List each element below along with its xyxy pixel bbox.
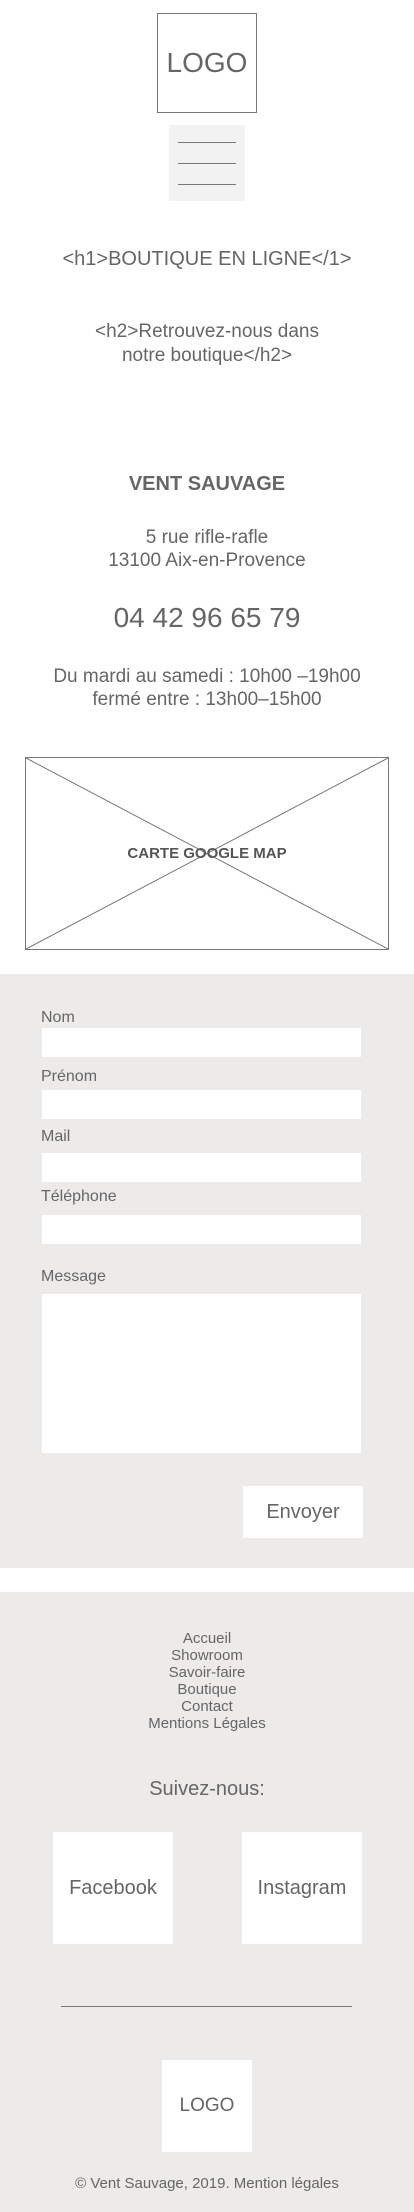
page-subtitle: <h2>Retrouvez-nous dans notre boutique</… xyxy=(0,320,414,368)
footer-link-accueil[interactable]: Accueil xyxy=(0,1630,414,1647)
address-street: 5 rue rifle-rafle xyxy=(145,527,269,548)
footer-link-boutique[interactable]: Boutique xyxy=(0,1681,414,1698)
copyright: © Vent Sauvage, 2019. Mention légales xyxy=(75,2175,339,2192)
opening-hours: Du mardi au samedi : 10h00 –19h00 fermé … xyxy=(0,665,414,711)
mail-input[interactable] xyxy=(42,1153,361,1182)
nom-label: Nom xyxy=(41,1009,75,1026)
address-city: 13100 Aix-en-Provence xyxy=(108,550,306,571)
prenom-input[interactable] xyxy=(42,1090,361,1119)
logo-top[interactable]: LOGO xyxy=(157,13,257,113)
message-label: Message xyxy=(41,1268,106,1285)
telephone-input[interactable] xyxy=(42,1215,361,1244)
footer-nav: Accueil Showroom Savoir-faire Boutique C… xyxy=(0,1630,414,1732)
subtitle-line-2: notre boutique</h2> xyxy=(121,345,293,366)
submit-button[interactable]: Envoyer xyxy=(243,1486,363,1538)
map-label: CARTE GOOGLE MAP xyxy=(127,845,287,862)
footer: Accueil Showroom Savoir-faire Boutique C… xyxy=(0,1592,414,2212)
follow-heading: Suivez-nous: xyxy=(149,1778,265,1800)
footer-link-contact[interactable]: Contact xyxy=(0,1698,414,1715)
map-placeholder[interactable]: CARTE GOOGLE MAP xyxy=(25,757,389,950)
shop-phone[interactable]: 04 42 96 65 79 xyxy=(0,602,414,634)
footer-divider xyxy=(61,2006,352,2007)
hours-line-1: Du mardi au samedi : 10h00 –19h00 xyxy=(53,666,361,687)
telephone-label: Téléphone xyxy=(41,1188,117,1205)
footer-link-savoir-faire[interactable]: Savoir-faire xyxy=(0,1664,414,1681)
shop-address: 5 rue rifle-rafle 13100 Aix-en-Provence xyxy=(0,526,414,572)
footer-link-showroom[interactable]: Showroom xyxy=(0,1647,414,1664)
message-textarea[interactable] xyxy=(42,1294,361,1453)
hours-line-2: fermé entre : 13h00–15h00 xyxy=(92,689,322,710)
hamburger-menu-button[interactable] xyxy=(169,125,245,201)
facebook-button[interactable]: Facebook xyxy=(53,1832,173,1944)
nom-input[interactable] xyxy=(42,1028,361,1057)
subtitle-line-1: <h2>Retrouvez-nous dans xyxy=(95,321,319,342)
prenom-label: Prénom xyxy=(41,1068,98,1085)
logo-footer[interactable]: LOGO xyxy=(162,2060,252,2152)
instagram-button[interactable]: Instagram xyxy=(242,1832,362,1944)
footer-link-mentions[interactable]: Mentions Légales xyxy=(0,1715,414,1732)
page-title: <h1>BOUTIQUE EN LIGNE</1> xyxy=(62,248,352,270)
shop-name: VENT SAUVAGE xyxy=(128,473,286,495)
mail-label: Mail xyxy=(41,1128,71,1145)
contact-form: Nom Prénom Mail Téléphone Message Envoye… xyxy=(0,974,414,1568)
